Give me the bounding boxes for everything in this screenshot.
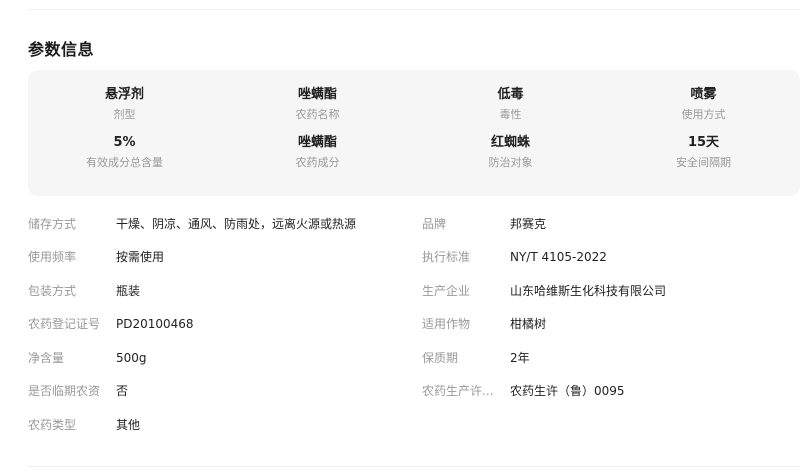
key-param-label: 安全间隔期	[676, 156, 731, 169]
key-param-safety-interval: 15天 安全间隔期	[607, 132, 800, 180]
detail-row-near-expiry: 是否临期农资 否	[28, 379, 408, 403]
key-param-label: 毒性	[499, 108, 522, 121]
key-param-value: 悬浮剂	[104, 87, 144, 102]
detail-label: 保质期	[422, 351, 459, 365]
key-params-card: 悬浮剂 剂型 唑螨酯 农药名称 低毒 毒性 喷雾 使用方式 5% 有效成分总含量…	[28, 70, 800, 196]
detail-value: 干燥、阴凉、通风、防雨处，远离火源或热源	[116, 217, 357, 231]
key-param-label: 防治对象	[488, 156, 533, 169]
detail-row-brand: 品牌 邦赛克	[422, 212, 800, 236]
key-param-value: 喷雾	[690, 87, 717, 102]
detail-value: 500g	[116, 351, 147, 365]
key-param-value: 唑螨酯	[297, 87, 337, 102]
detail-label: 是否临期农资	[28, 384, 101, 398]
top-divider	[28, 9, 800, 10]
detail-label: 适用作物	[422, 317, 471, 331]
detail-label: 使用频率	[28, 250, 77, 264]
detail-row-type: 农药类型 其他	[28, 413, 408, 437]
key-param-value: 5%	[113, 135, 136, 150]
detail-row-storage: 储存方式 干燥、阴凉、通风、防雨处，远离火源或热源	[28, 212, 408, 236]
detail-label: 生产企业	[422, 284, 471, 298]
detail-label: 品牌	[422, 217, 447, 231]
detail-value: 2年	[510, 351, 530, 365]
detail-value: PD20100468	[116, 317, 194, 331]
key-param-toxicity: 低毒 毒性	[414, 84, 607, 132]
product-params-page: 参数信息 悬浮剂 剂型 唑螨酯 农药名称 低毒 毒性 喷雾 使用方式 5% 有效…	[0, 0, 800, 472]
detail-row-frequency: 使用频率 按需使用	[28, 245, 408, 269]
key-param-dosage-form: 悬浮剂 剂型	[28, 84, 221, 132]
detail-label: 农药生产许...	[422, 384, 494, 398]
detail-value: 其他	[116, 418, 141, 432]
detail-row-production-license: 农药生产许... 农药生许（鲁）0095	[422, 379, 800, 403]
detail-value: 按需使用	[116, 250, 165, 264]
key-param-ingredient: 唑螨酯 农药成分	[221, 132, 414, 180]
detail-label: 农药类型	[28, 418, 77, 432]
detail-label: 包装方式	[28, 284, 77, 298]
key-param-value: 唑螨酯	[297, 135, 337, 150]
detail-value: 邦赛克	[510, 217, 547, 231]
detail-value: 瓶装	[116, 284, 141, 298]
key-param-target: 红蜘蛛 防治对象	[414, 132, 607, 180]
bottom-divider	[28, 466, 800, 467]
key-param-value: 低毒	[497, 87, 524, 102]
detail-value: 否	[116, 384, 129, 398]
detail-row-shelf-life: 保质期 2年	[422, 346, 800, 370]
detail-row-registration: 农药登记证号 PD20100468	[28, 312, 408, 336]
section-title: 参数信息	[28, 40, 95, 59]
key-param-label: 农药成分	[295, 156, 340, 169]
key-params-grid: 悬浮剂 剂型 唑螨酯 农药名称 低毒 毒性 喷雾 使用方式 5% 有效成分总含量…	[28, 84, 800, 180]
detail-label: 净含量	[28, 351, 65, 365]
key-param-usage-method: 喷雾 使用方式	[607, 84, 800, 132]
key-param-value: 红蜘蛛	[490, 135, 530, 150]
detail-value: 山东哈维斯生化科技有限公司	[510, 284, 667, 298]
detail-label: 执行标准	[422, 250, 471, 264]
key-param-pesticide-name: 唑螨酯 农药名称	[221, 84, 414, 132]
detail-row-crop: 适用作物 柑橘树	[422, 312, 800, 336]
detail-label: 农药登记证号	[28, 317, 101, 331]
detail-row-manufacturer: 生产企业 山东哈维斯生化科技有限公司	[422, 279, 800, 303]
detail-row-packaging: 包装方式 瓶装	[28, 279, 408, 303]
detail-value: 柑橘树	[510, 317, 547, 331]
detail-row-net-content: 净含量 500g	[28, 346, 408, 370]
key-param-value: 15天	[687, 135, 720, 150]
detail-value: 农药生许（鲁）0095	[510, 384, 625, 398]
key-param-label: 有效成分总含量	[86, 156, 163, 169]
key-param-label: 使用方式	[681, 108, 726, 121]
key-param-label: 农药名称	[295, 108, 340, 121]
key-param-label: 剂型	[113, 108, 136, 121]
detail-value: NY/T 4105-2022	[510, 250, 607, 264]
detail-row-standard: 执行标准 NY/T 4105-2022	[422, 245, 800, 269]
detail-label: 储存方式	[28, 217, 77, 231]
key-param-active-content: 5% 有效成分总含量	[28, 132, 221, 180]
